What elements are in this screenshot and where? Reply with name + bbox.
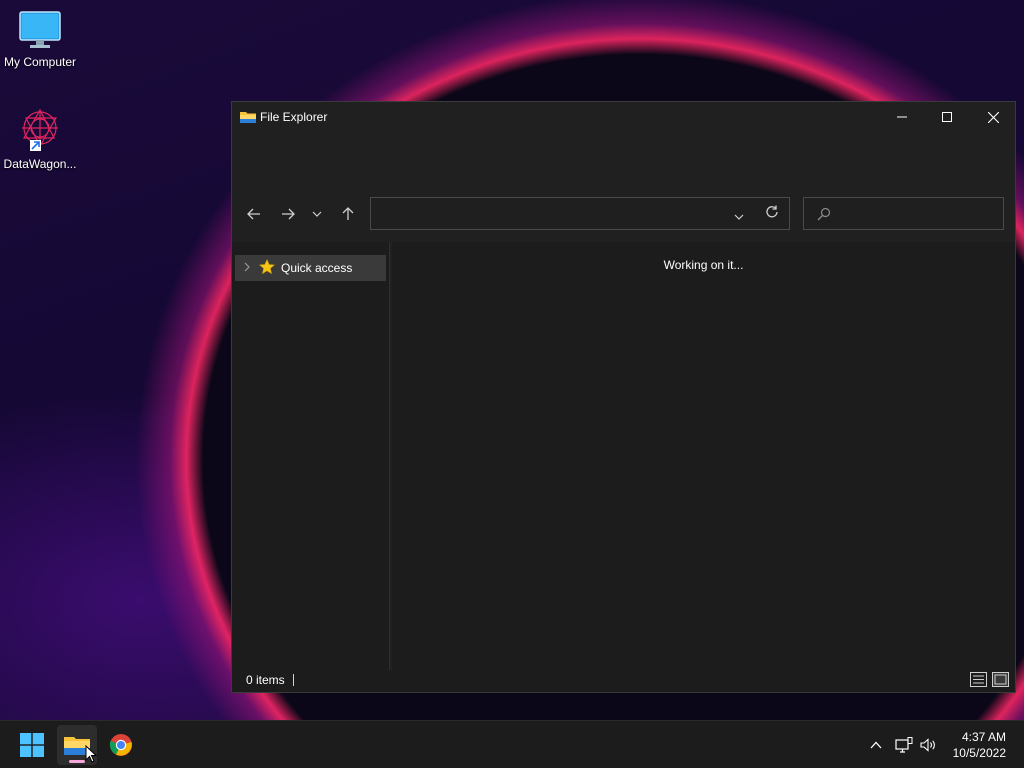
start-button[interactable] <box>12 725 52 765</box>
search-box[interactable] <box>803 197 1004 230</box>
item-count: 0 items <box>246 673 285 687</box>
network-button[interactable] <box>893 721 915 768</box>
speaker-icon <box>920 738 935 752</box>
file-explorer-window: File Explorer Quick access Working on it… <box>231 101 1016 693</box>
active-indicator <box>69 760 85 763</box>
taskbar: 4:37 AM 10/5/2022 <box>0 720 1024 768</box>
taskbar-file-explorer[interactable] <box>57 725 98 766</box>
chevron-right-icon[interactable] <box>244 261 250 275</box>
chrome-icon <box>109 734 132 756</box>
show-hidden-icons-button[interactable] <box>866 721 886 768</box>
clock-date: 10/5/2022 <box>952 746 1006 760</box>
maximize-icon <box>942 112 952 122</box>
title-bar[interactable]: File Explorer <box>232 102 1015 190</box>
desktop-icon-label: DataWagon... <box>3 157 77 171</box>
back-button[interactable] <box>242 204 266 224</box>
forward-button[interactable] <box>276 204 300 224</box>
folder-icon <box>240 110 256 127</box>
mouse-cursor-icon <box>85 744 98 766</box>
chevron-down-icon <box>312 211 322 217</box>
windows-logo-icon <box>20 733 44 757</box>
status-divider <box>293 674 294 686</box>
star-icon <box>259 258 275 278</box>
close-button[interactable] <box>970 102 1016 132</box>
arrow-right-icon <box>282 208 295 220</box>
navigation-pane: Quick access <box>232 242 390 672</box>
desktop-icon-my-computer[interactable]: My Computer <box>0 10 80 69</box>
arrow-left-icon <box>247 208 260 220</box>
minimize-button[interactable] <box>879 102 925 132</box>
nav-item-quick-access[interactable]: Quick access <box>235 255 386 281</box>
chevron-up-icon <box>870 741 882 749</box>
volume-button[interactable] <box>918 721 940 768</box>
desktop-icon-label: My Computer <box>3 55 77 69</box>
clock-time: 4:37 AM <box>961 730 1006 744</box>
content-area[interactable]: Working on it... <box>392 242 1015 672</box>
taskbar-chrome[interactable] <box>101 725 141 765</box>
recent-locations-button[interactable] <box>307 204 327 224</box>
taskbar-clock[interactable]: 4:37 AM 10/5/2022 <box>953 729 1006 761</box>
address-history-button[interactable] <box>734 209 744 223</box>
details-view-button[interactable] <box>970 672 987 690</box>
desktop-icon-datawagon[interactable]: DataWagon... <box>0 106 80 171</box>
monitor-icon <box>19 11 61 48</box>
refresh-icon <box>766 205 778 218</box>
maximize-button[interactable] <box>924 102 970 132</box>
close-icon <box>987 111 999 123</box>
datawagon-app-icon <box>22 108 58 151</box>
up-button[interactable] <box>336 204 360 224</box>
network-icon <box>895 737 913 753</box>
arrow-up-icon <box>342 207 354 220</box>
minimize-icon <box>897 116 907 118</box>
search-icon <box>817 207 831 224</box>
large-icons-view-button[interactable] <box>992 672 1009 690</box>
address-bar[interactable] <box>370 197 790 230</box>
refresh-button[interactable] <box>765 205 779 222</box>
loading-message: Working on it... <box>663 258 744 272</box>
nav-item-label: Quick access <box>281 261 353 275</box>
status-bar: 0 items <box>232 670 1015 692</box>
chevron-down-icon <box>734 214 744 220</box>
large-icons-view-icon <box>992 672 1009 687</box>
details-view-icon <box>970 672 987 687</box>
window-title: File Explorer <box>260 110 328 124</box>
